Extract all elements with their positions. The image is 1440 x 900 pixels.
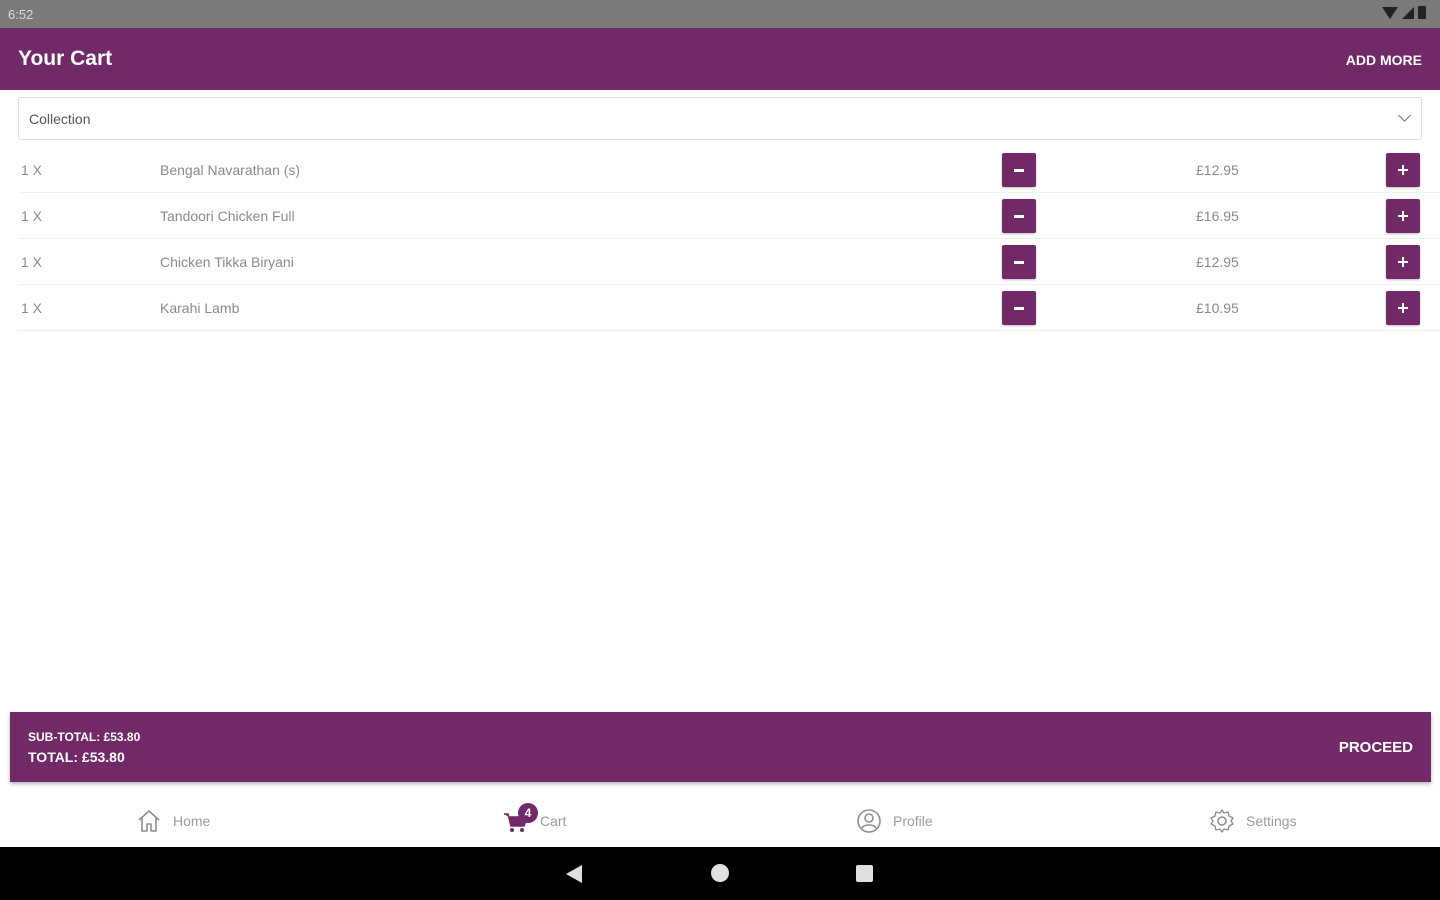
proceed-button[interactable]: PROCEED	[1339, 739, 1413, 756]
battery-icon	[1418, 6, 1426, 19]
minus-icon	[1014, 260, 1024, 264]
cart-icon: 4	[502, 803, 538, 835]
cart-item-row: 1 X Chicken Tikka Biryani £12.95	[18, 239, 1440, 285]
status-time: 6:52	[8, 7, 34, 22]
chevron-down-icon	[1398, 109, 1411, 122]
nav-item-profile[interactable]: Profile	[855, 805, 933, 837]
nav-label-home: Home	[173, 813, 211, 829]
decrease-quantity-button[interactable]	[1002, 291, 1036, 325]
item-quantity: 1 X	[21, 162, 43, 178]
order-type-value: Collection	[29, 111, 91, 127]
home-icon	[135, 807, 163, 835]
item-price: £12.95	[1196, 162, 1239, 178]
gear-icon	[1208, 807, 1236, 835]
increase-quantity-button[interactable]	[1386, 291, 1420, 325]
bottom-navigation: Home 4 Cart Profile Settings	[0, 795, 1440, 847]
nav-label-cart: Cart	[540, 813, 567, 829]
nav-item-cart[interactable]: 4 Cart	[502, 803, 567, 837]
app-bar: Your Cart ADD MORE	[0, 28, 1440, 90]
nav-item-home[interactable]: Home	[135, 805, 210, 837]
wifi-icon	[1382, 6, 1398, 19]
total-text: TOTAL: £53.80	[28, 749, 125, 765]
item-quantity: 1 X	[21, 300, 43, 316]
back-icon[interactable]	[566, 865, 582, 883]
item-quantity: 1 X	[21, 254, 43, 270]
increase-quantity-button[interactable]	[1386, 199, 1420, 233]
cart-item-row: 1 X Tandoori Chicken Full £16.95	[18, 193, 1440, 239]
minus-icon	[1014, 214, 1024, 218]
signal-icon	[1402, 6, 1414, 19]
nav-label-settings: Settings	[1246, 813, 1297, 829]
item-name: Bengal Navarathan (s)	[160, 162, 301, 178]
add-more-button[interactable]: ADD MORE	[1346, 52, 1422, 68]
order-type-select[interactable]: Collection	[18, 97, 1422, 140]
increase-quantity-button[interactable]	[1386, 245, 1420, 279]
item-quantity: 1 X	[21, 208, 43, 224]
decrease-quantity-button[interactable]	[1002, 199, 1036, 233]
item-name: Karahi Lamb	[160, 300, 240, 316]
item-price: £10.95	[1196, 300, 1239, 316]
checkout-summary-bar: SUB-TOTAL: £53.80 TOTAL: £53.80 PROCEED	[10, 712, 1431, 782]
item-name: Chicken Tikka Biryani	[160, 254, 294, 270]
plus-icon	[1398, 211, 1408, 221]
decrease-quantity-button[interactable]	[1002, 245, 1036, 279]
item-price: £16.95	[1196, 208, 1239, 224]
increase-quantity-button[interactable]	[1386, 153, 1420, 187]
nav-item-settings[interactable]: Settings	[1208, 805, 1297, 837]
cart-list: 1 X Bengal Navarathan (s) £12.95 1 X Tan…	[18, 147, 1440, 331]
subtotal-text: SUB-TOTAL: £53.80	[28, 730, 141, 744]
item-name: Tandoori Chicken Full	[160, 208, 295, 224]
home-circle-icon[interactable]	[711, 864, 729, 882]
cart-item-row: 1 X Bengal Navarathan (s) £12.95	[18, 147, 1440, 193]
profile-icon	[855, 807, 883, 835]
status-bar: 6:52	[0, 0, 1440, 28]
nav-label-profile: Profile	[893, 813, 933, 829]
minus-icon	[1014, 168, 1024, 172]
status-icons	[1382, 6, 1426, 19]
plus-icon	[1398, 303, 1408, 313]
cart-count-badge: 4	[518, 803, 538, 823]
minus-icon	[1014, 306, 1024, 310]
item-price: £12.95	[1196, 254, 1239, 270]
plus-icon	[1398, 257, 1408, 267]
recents-icon[interactable]	[856, 865, 873, 882]
plus-icon	[1398, 165, 1408, 175]
cart-item-row: 1 X Karahi Lamb £10.95	[18, 285, 1440, 331]
page-title: Your Cart	[18, 47, 113, 70]
decrease-quantity-button[interactable]	[1002, 153, 1036, 187]
system-navigation-bar	[0, 847, 1440, 900]
